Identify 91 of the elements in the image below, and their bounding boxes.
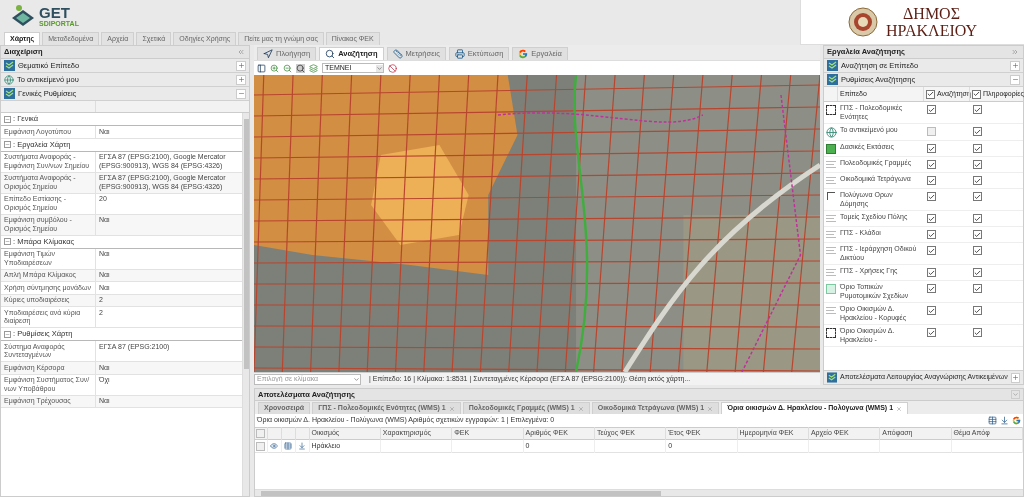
layers-icon bbox=[4, 88, 15, 99]
corner-icon bbox=[827, 192, 835, 200]
expand-button[interactable] bbox=[236, 74, 246, 85]
checkbox[interactable] bbox=[973, 176, 982, 185]
checkbox[interactable] bbox=[927, 214, 936, 223]
checkbox[interactable] bbox=[973, 284, 982, 293]
collapse-button[interactable] bbox=[236, 88, 246, 99]
layers-icon bbox=[827, 74, 838, 85]
checkbox[interactable] bbox=[927, 127, 936, 136]
filled-square-icon bbox=[826, 144, 836, 154]
dashed-square-icon bbox=[826, 328, 836, 338]
collapse-group-icon[interactable] bbox=[4, 141, 11, 148]
download-icon[interactable] bbox=[1000, 416, 1009, 425]
horizontal-scrollbar[interactable] bbox=[255, 489, 1023, 496]
double-chevron-icon bbox=[237, 48, 245, 56]
checkbox[interactable] bbox=[927, 176, 936, 185]
checkbox[interactable] bbox=[926, 89, 935, 99]
dropdown-arrow-icon bbox=[376, 64, 383, 72]
expand-button[interactable] bbox=[236, 60, 246, 71]
checkbox[interactable] bbox=[927, 192, 936, 201]
plus-icon bbox=[237, 76, 245, 83]
google-icon[interactable] bbox=[1012, 416, 1021, 425]
panel-toggle-icon[interactable] bbox=[257, 63, 266, 73]
minus-icon bbox=[1011, 76, 1019, 83]
checkbox[interactable] bbox=[973, 306, 982, 315]
collapse-group-icon[interactable] bbox=[4, 238, 11, 245]
municipality-name: ΔΗΜΟΣ bbox=[903, 5, 960, 22]
collapse-button[interactable] bbox=[1010, 74, 1020, 85]
double-chevron-icon bbox=[1011, 48, 1019, 56]
navigation-icon bbox=[263, 49, 273, 59]
checkbox[interactable] bbox=[972, 89, 981, 99]
printer-icon bbox=[454, 49, 465, 59]
collapse-group-icon[interactable] bbox=[4, 115, 11, 123]
dashed-square-icon bbox=[826, 105, 836, 115]
checkbox[interactable] bbox=[927, 328, 936, 337]
seal-emblem-icon bbox=[847, 7, 878, 37]
search-icon[interactable] bbox=[296, 63, 305, 73]
checkbox[interactable] bbox=[256, 429, 266, 438]
globe-icon bbox=[4, 74, 14, 85]
scrollbar[interactable] bbox=[242, 113, 249, 496]
lines-legend-icon bbox=[826, 306, 836, 316]
layers-icon bbox=[4, 60, 15, 71]
layers-icon bbox=[827, 60, 838, 71]
logo-icon bbox=[10, 3, 36, 28]
checkbox[interactable] bbox=[927, 284, 936, 293]
checkbox[interactable] bbox=[973, 192, 982, 201]
eye-icon[interactable] bbox=[270, 442, 278, 450]
checkbox[interactable] bbox=[973, 328, 982, 337]
google-icon bbox=[518, 49, 529, 59]
checkbox[interactable] bbox=[927, 230, 936, 239]
checkbox[interactable] bbox=[973, 268, 982, 277]
expand-button[interactable] bbox=[1010, 372, 1020, 383]
collapse-group-icon[interactable] bbox=[4, 330, 11, 338]
checkbox[interactable] bbox=[927, 160, 936, 169]
lines-legend-icon bbox=[826, 160, 836, 170]
globe-icon bbox=[825, 127, 837, 138]
checkbox[interactable] bbox=[973, 230, 982, 239]
table-icon[interactable] bbox=[988, 416, 997, 425]
checkbox[interactable] bbox=[927, 246, 936, 255]
chevron-down-icon bbox=[1012, 391, 1019, 398]
layers-icon bbox=[827, 372, 838, 383]
download-icon[interactable] bbox=[298, 442, 306, 450]
ruler-icon bbox=[392, 49, 403, 59]
checkbox[interactable] bbox=[927, 268, 936, 277]
zoom-in-icon[interactable] bbox=[270, 63, 279, 73]
lines-legend-icon bbox=[826, 268, 836, 278]
checkbox[interactable] bbox=[973, 160, 982, 169]
lines-legend-icon bbox=[826, 214, 836, 224]
checkbox[interactable] bbox=[973, 127, 982, 136]
plus-icon bbox=[1011, 62, 1019, 69]
checkbox[interactable] bbox=[927, 306, 936, 315]
checkbox[interactable] bbox=[973, 214, 982, 223]
logo-title: GET bbox=[39, 4, 71, 20]
plus-icon bbox=[237, 62, 245, 69]
checkbox[interactable] bbox=[973, 144, 982, 153]
checkbox[interactable] bbox=[973, 105, 982, 114]
lines-legend-icon bbox=[826, 230, 836, 240]
municipality-name: ΗΡΑΚΛΕΙΟΥ bbox=[885, 22, 978, 39]
table-icon[interactable] bbox=[284, 442, 292, 450]
lines-legend-icon bbox=[826, 246, 836, 256]
expand-button[interactable] bbox=[1010, 60, 1020, 71]
minus-icon bbox=[237, 90, 245, 97]
lines-legend-icon bbox=[826, 176, 836, 186]
search-icon bbox=[325, 49, 336, 59]
checkbox[interactable] bbox=[256, 441, 266, 451]
pale-square-icon bbox=[826, 284, 836, 294]
clear-selection-icon[interactable] bbox=[388, 63, 397, 73]
plus-icon bbox=[1011, 374, 1019, 381]
checkbox[interactable] bbox=[927, 105, 936, 114]
checkbox[interactable] bbox=[927, 144, 936, 153]
checkbox[interactable] bbox=[973, 246, 982, 255]
